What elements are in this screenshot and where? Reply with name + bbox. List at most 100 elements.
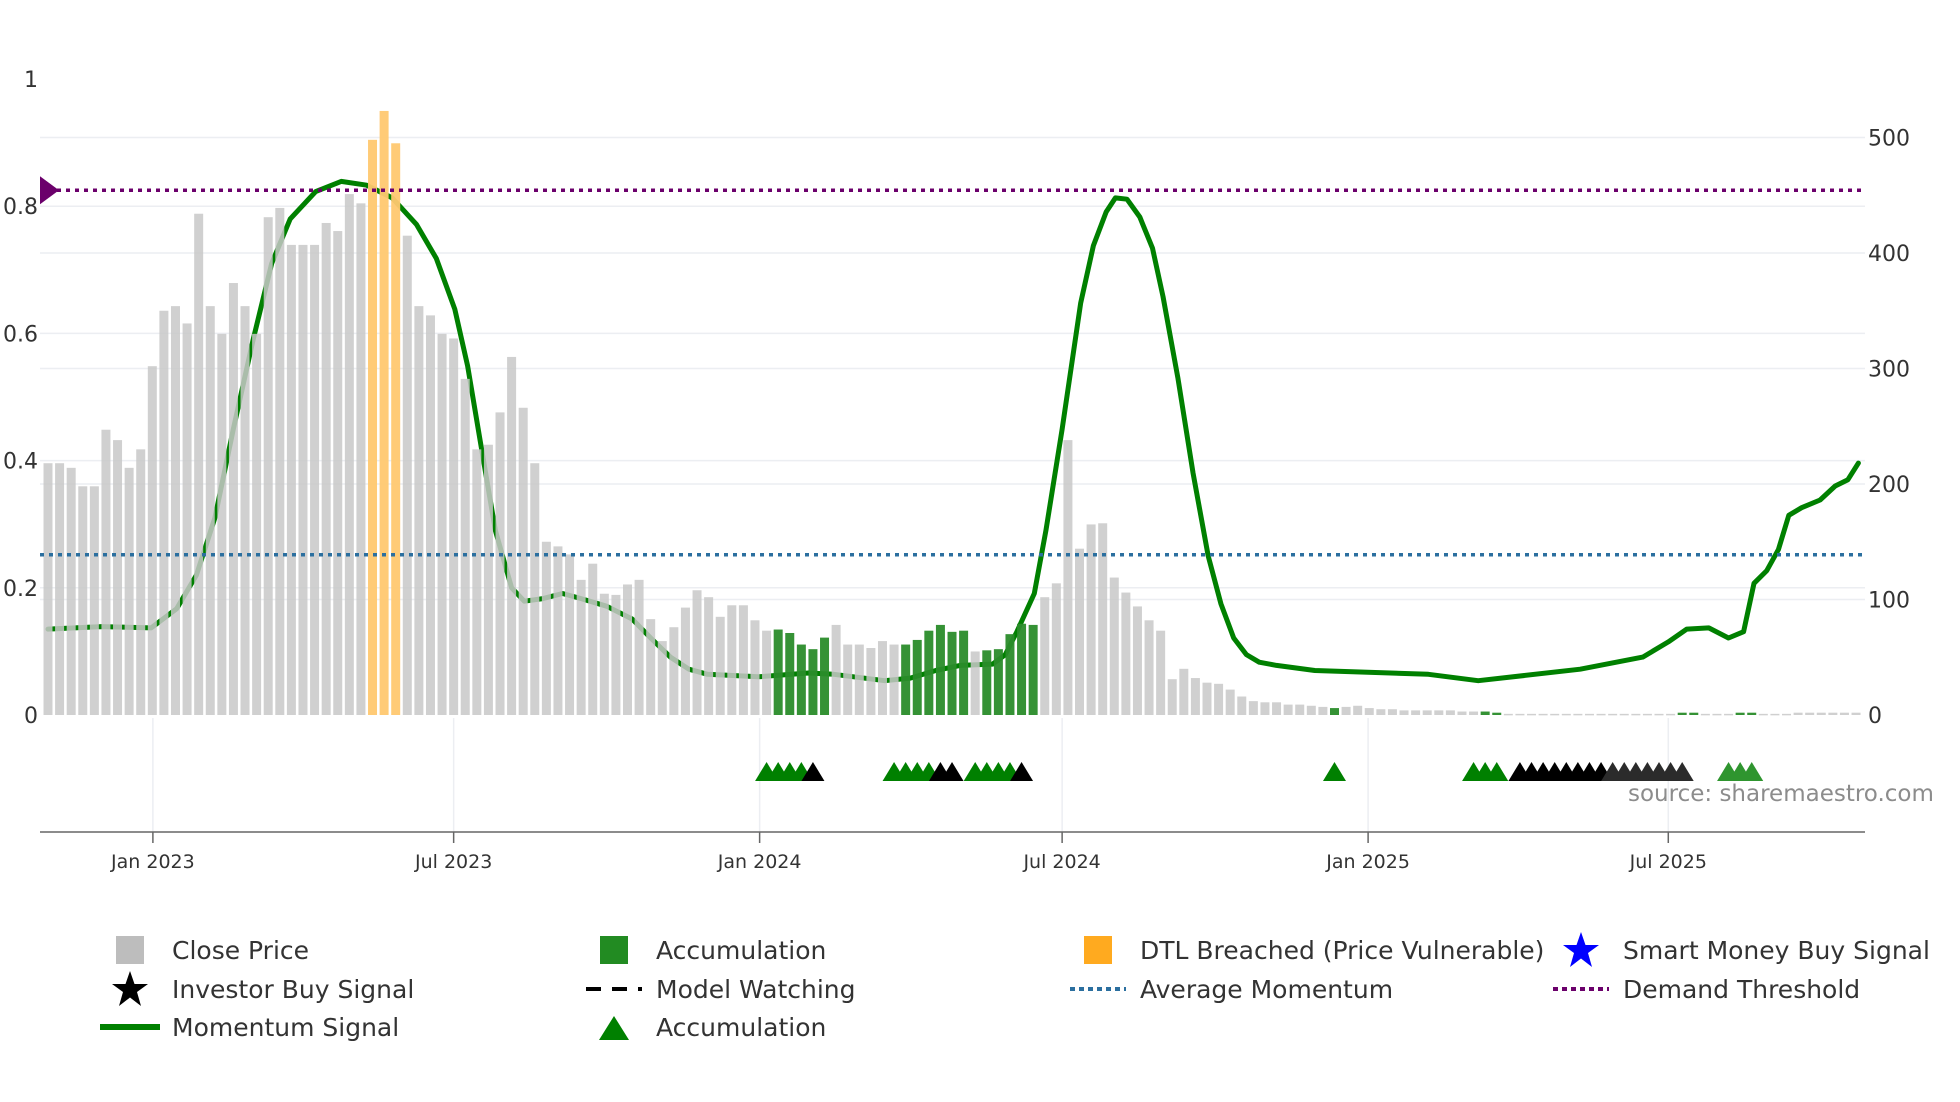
- momentum-signal-line: [45, 178, 1861, 684]
- close-price-bar: [495, 412, 505, 715]
- close-price-bar: [356, 203, 366, 715]
- close-price-bar: [1190, 678, 1200, 715]
- close-price-bar: [970, 651, 980, 715]
- close-price-bar: [541, 541, 551, 715]
- close-price-bar: [599, 593, 609, 715]
- close-price-bar: [1167, 679, 1177, 715]
- legend-item[interactable]: Accumulation: [584, 933, 826, 967]
- green-triangle-icon: [584, 1012, 644, 1042]
- accumulation-bar: [773, 629, 783, 715]
- close-price-bar: [449, 338, 459, 715]
- close-price-bar: [78, 486, 88, 715]
- legend-item[interactable]: Close Price: [100, 933, 309, 967]
- legend-label: Accumulation: [656, 935, 827, 965]
- left-tick-label: 1: [24, 68, 38, 93]
- legend-label: Demand Threshold: [1623, 974, 1861, 1004]
- legend-item[interactable]: Accumulation: [584, 1010, 826, 1044]
- close-price-bar: [1631, 713, 1641, 716]
- accumulation-bar: [796, 644, 806, 715]
- x-tick-label: Jul 2025: [1629, 851, 1707, 873]
- close-price-bar: [1839, 712, 1849, 715]
- black-star-icon: [100, 971, 160, 1006]
- close-price-bar: [1515, 713, 1525, 716]
- x-axis: Jan 2023 Jul 2023 Jan 2024 Jul 2024 Jan 2025…: [110, 832, 1707, 873]
- accumulation-bar: [935, 624, 945, 715]
- dotted-line-icon: [1068, 974, 1128, 1004]
- close-price-bar: [1550, 713, 1560, 716]
- legend-item[interactable]: Average Momentum: [1068, 972, 1393, 1006]
- accumulation-bar: [947, 631, 957, 715]
- right-tick-label: 0: [1868, 704, 1882, 729]
- left-tick-label: 0: [24, 704, 38, 729]
- close-price-bar: [762, 630, 772, 715]
- left-tick-label: 0.8: [3, 195, 38, 220]
- close-price-bar: [1063, 440, 1073, 715]
- close-price-bar: [1109, 577, 1119, 715]
- close-price-bar: [217, 333, 227, 715]
- accumulation-triangle-icon: [1322, 762, 1346, 781]
- close-price-bar: [1214, 683, 1224, 715]
- dtl-breached-bar: [391, 143, 401, 715]
- accumulation-bar: [959, 630, 969, 715]
- close-price-bar: [518, 407, 528, 715]
- close-price-bar: [1353, 705, 1363, 715]
- signal-markers: [755, 762, 1764, 781]
- close-price-bar: [194, 213, 204, 716]
- close-price-bar: [1851, 712, 1861, 715]
- legend-item[interactable]: Smart Money Buy Signal: [1551, 932, 1930, 967]
- legend-item[interactable]: DTL Breached (Price Vulnerable): [1068, 933, 1544, 967]
- legend-label: Smart Money Buy Signal: [1623, 935, 1930, 965]
- close-price-bar: [1040, 597, 1050, 715]
- accumulation-bar: [1677, 712, 1687, 715]
- close-price-bar: [1654, 713, 1664, 716]
- close-price-bar: [240, 306, 250, 715]
- close-price-bar: [1341, 706, 1351, 715]
- close-price-bar: [1782, 713, 1791, 716]
- close-price-bar: [1098, 523, 1108, 715]
- accumulation-bar: [1005, 634, 1015, 715]
- legend-item[interactable]: Demand Threshold: [1551, 972, 1860, 1006]
- close-price-bar: [89, 486, 99, 715]
- close-price-bar: [460, 378, 470, 715]
- close-price-bar: [1434, 710, 1444, 715]
- legend-item[interactable]: Model Watching: [584, 972, 856, 1006]
- gray-square-icon: [100, 935, 160, 965]
- close-price-bar: [738, 605, 748, 715]
- close-price-bar: [1805, 712, 1815, 715]
- legend-label: Model Watching: [656, 974, 856, 1004]
- close-price-bar: [101, 429, 111, 715]
- legend-item[interactable]: Momentum Signal: [100, 1010, 399, 1044]
- close-price-bar: [889, 644, 899, 715]
- accumulation-bar: [993, 649, 1003, 715]
- accumulation-bar: [1689, 712, 1699, 715]
- close-price-bar: [623, 584, 632, 715]
- close-price-bar: [1816, 712, 1826, 715]
- close-price-bar: [727, 605, 737, 715]
- close-price-bar: [1700, 713, 1710, 716]
- close-price-bar: [854, 644, 864, 715]
- dtl-breached-bar: [379, 110, 389, 715]
- close-price-bar: [680, 607, 690, 715]
- right-tick-label: 500: [1868, 127, 1910, 152]
- x-tick-label: Jan 2025: [1325, 851, 1410, 873]
- close-price-bar: [252, 333, 262, 715]
- accumulation-bar: [785, 632, 795, 715]
- close-price-bar: [1156, 630, 1166, 715]
- close-price-bar: [170, 306, 180, 715]
- close-price-bar: [1364, 708, 1374, 715]
- accumulation-bar: [1747, 712, 1757, 715]
- close-price-bar: [634, 579, 644, 715]
- close-price-bar: [1619, 713, 1629, 716]
- close-price-bar: [1318, 706, 1328, 715]
- close-price-bar: [1422, 710, 1432, 715]
- close-price-bar: [1399, 710, 1409, 715]
- close-price-bar: [657, 641, 667, 715]
- right-tick-label: 400: [1868, 242, 1910, 267]
- legend-item[interactable]: Investor Buy Signal: [100, 971, 414, 1006]
- solid-line-icon: [100, 1012, 160, 1042]
- close-price-bar: [1596, 713, 1606, 716]
- orange-square-icon: [1068, 935, 1128, 965]
- close-price-bar: [1666, 713, 1676, 716]
- x-tick-label: Jan 2023: [110, 851, 195, 873]
- close-price-bar: [1225, 689, 1235, 715]
